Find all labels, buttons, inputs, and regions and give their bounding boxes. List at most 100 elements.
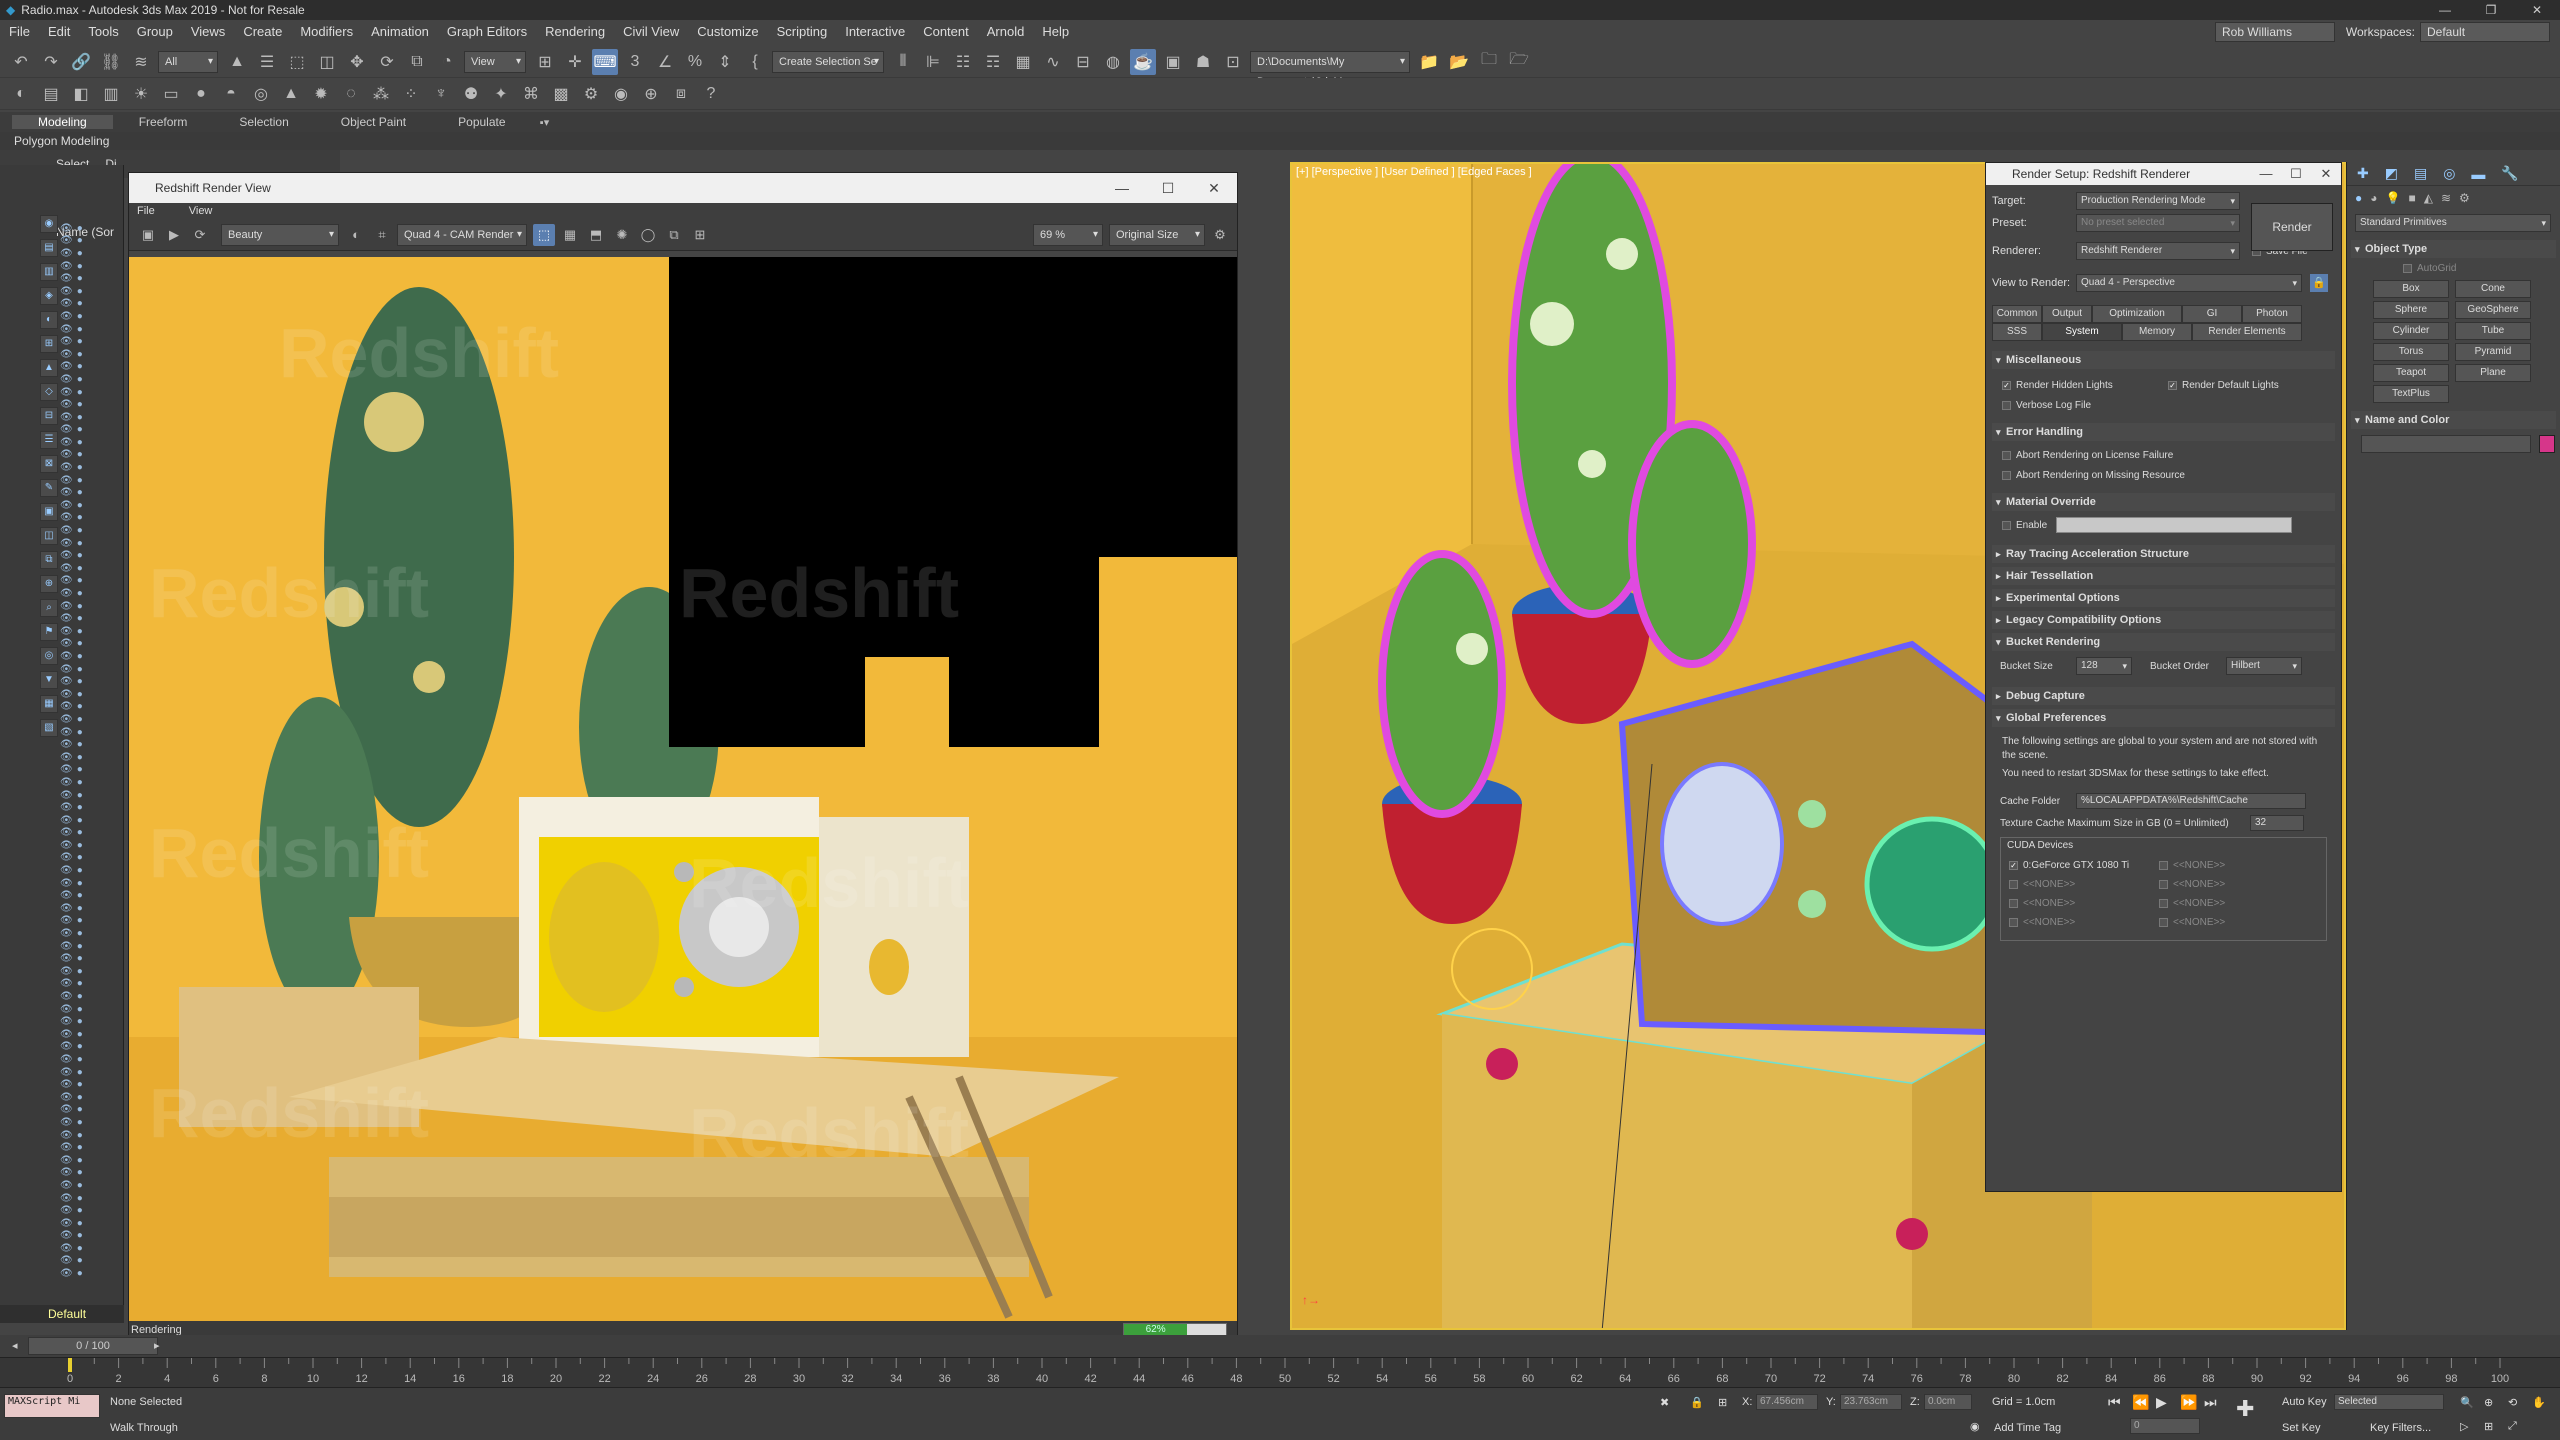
render-toggle-icon[interactable]: ● xyxy=(77,298,83,309)
scene-object-row[interactable]: 👁 ● xyxy=(60,877,124,890)
torus-button[interactable]: Torus xyxy=(2373,343,2449,361)
scene-object-row[interactable]: 👁 ● xyxy=(60,864,124,877)
render-toggle-icon[interactable]: ● xyxy=(77,878,83,889)
filter-icon[interactable]: ◉ xyxy=(40,215,58,233)
visibility-eye-icon[interactable]: 👁 xyxy=(60,298,73,309)
render-toggle-icon[interactable]: ● xyxy=(77,412,83,423)
scene-object-row[interactable]: 👁 ● xyxy=(60,713,124,726)
preset-dropdown[interactable]: No preset selected xyxy=(2076,214,2240,232)
tube-button[interactable]: Tube xyxy=(2455,322,2531,340)
undo-icon[interactable]: ↶ xyxy=(8,49,34,75)
scene-object-row[interactable]: 👁 ● xyxy=(60,386,124,399)
visibility-eye-icon[interactable]: 👁 xyxy=(60,638,73,649)
cuda-device-1-checkbox[interactable] xyxy=(2159,861,2168,870)
render-toggle-icon[interactable]: ● xyxy=(77,953,83,964)
lock-icon[interactable]: 🔒 xyxy=(2310,274,2328,292)
project-new-icon[interactable]: 📂 xyxy=(1446,49,1472,75)
geosphere-button[interactable]: GeoSphere xyxy=(2455,301,2531,319)
render-hidden-lights-checkbox[interactable]: ✓ xyxy=(2002,380,2011,390)
visibility-eye-icon[interactable]: 👁 xyxy=(60,764,73,775)
menu-modifiers[interactable]: Modifiers xyxy=(291,20,362,44)
snaps-toggle-icon[interactable]: 3 xyxy=(622,49,648,75)
visibility-eye-icon[interactable]: 👁 xyxy=(60,941,73,952)
cone-button[interactable]: Cone xyxy=(2455,280,2531,298)
visibility-eye-icon[interactable]: 👁 xyxy=(60,701,73,712)
rv-snapshot-icon[interactable]: ⬒ xyxy=(585,224,607,246)
helpers-icon[interactable]: ◭ xyxy=(2424,191,2433,205)
scale-icon[interactable]: ⧉ xyxy=(404,49,430,75)
rv-settings-icon[interactable]: ✺ xyxy=(611,224,633,246)
scene-object-row[interactable]: 👁 ● xyxy=(60,764,124,777)
visibility-eye-icon[interactable]: 👁 xyxy=(60,424,73,435)
arnold-icon[interactable]: ◐ xyxy=(8,81,34,107)
visibility-eye-icon[interactable]: 👁 xyxy=(60,588,73,599)
plane-primitive-icon[interactable]: ▭ xyxy=(158,81,184,107)
section-experimental[interactable]: Experimental Options xyxy=(1992,589,2335,607)
material-override-enable-checkbox[interactable] xyxy=(2002,520,2011,530)
visibility-eye-icon[interactable]: 👁 xyxy=(60,903,73,914)
keyboard-shortcut-icon[interactable]: ⌨ xyxy=(592,48,618,75)
select-manipulate-icon[interactable]: ✛ xyxy=(562,49,588,75)
teapot-button[interactable]: Teapot xyxy=(2373,364,2449,382)
timeline-current-frame-marker[interactable] xyxy=(68,1358,72,1372)
minimize-icon[interactable]: — xyxy=(2422,0,2468,20)
box-button[interactable]: Box xyxy=(2373,280,2449,298)
scene-object-row[interactable]: 👁 ● xyxy=(60,1267,124,1280)
render-toggle-icon[interactable]: ● xyxy=(77,815,83,826)
scene-object-row[interactable]: 👁 ● xyxy=(60,990,124,1003)
scene-object-row[interactable]: 👁 ● xyxy=(60,600,124,613)
scene-object-row[interactable]: 👁 ● xyxy=(60,688,124,701)
scene-object-row[interactable]: 👁 ● xyxy=(60,675,124,688)
render-toggle-icon[interactable]: ● xyxy=(77,575,83,586)
move-icon[interactable]: ✥ xyxy=(344,49,370,75)
sphere-primitive-icon[interactable]: ● xyxy=(188,81,214,107)
spacewarps-icon[interactable]: ≋ xyxy=(2441,191,2451,205)
scene-object-row[interactable]: 👁 ● xyxy=(60,738,124,751)
render-toggle-icon[interactable]: ● xyxy=(77,638,83,649)
render-toggle-icon[interactable]: ● xyxy=(77,235,83,246)
scene-object-row[interactable]: 👁 ● xyxy=(60,978,124,991)
shape-filter-icon[interactable]: ◈ xyxy=(40,287,58,305)
scene-explorer-icon[interactable]: ☷ xyxy=(950,49,976,75)
time-slider-next-icon[interactable]: ▸ xyxy=(154,1335,160,1357)
abort-license-checkbox[interactable] xyxy=(2002,450,2011,460)
project-open-icon[interactable]: 🗀 xyxy=(1476,49,1502,75)
render-toggle-icon[interactable]: ● xyxy=(77,500,83,511)
cuda-device-5-checkbox[interactable] xyxy=(2159,899,2168,908)
visibility-eye-icon[interactable]: 👁 xyxy=(60,223,73,234)
scene-object-row[interactable]: 👁 ● xyxy=(60,902,124,915)
grid-icon[interactable]: ▦ xyxy=(40,695,58,713)
project-settings-icon[interactable]: 🗁 xyxy=(1506,49,1532,75)
link-icon[interactable]: 🔗 xyxy=(68,49,94,75)
scene-object-row[interactable]: 👁 ● xyxy=(60,1078,124,1091)
lock-selection-icon[interactable]: 🔒 xyxy=(1690,1396,1704,1409)
place-icon[interactable]: ◔ xyxy=(434,49,460,75)
unlink-icon[interactable]: ⛓ xyxy=(98,49,124,75)
render-toggle-icon[interactable]: ● xyxy=(77,701,83,712)
scene-object-row[interactable]: 👁 ● xyxy=(60,927,124,940)
render-toggle-icon[interactable]: ● xyxy=(77,437,83,448)
render-toggle-icon[interactable]: ● xyxy=(77,777,83,788)
add-time-tag[interactable]: Add Time Tag xyxy=(1994,1422,2061,1434)
scene-object-row[interactable]: 👁 ● xyxy=(60,852,124,865)
tab-memory[interactable]: Memory xyxy=(2122,323,2192,341)
cuda-device-7-checkbox[interactable] xyxy=(2159,918,2168,927)
cache-folder-field[interactable]: %LOCALAPPDATA%\Redshift\Cache xyxy=(2076,793,2306,809)
scene-object-row[interactable]: 👁 ● xyxy=(60,1003,124,1016)
ribbon-tab-modeling[interactable]: Modeling xyxy=(12,115,113,129)
scene-object-row[interactable]: 👁 ● xyxy=(60,537,124,550)
menu-file[interactable]: File xyxy=(0,20,39,44)
visibility-eye-icon[interactable]: 👁 xyxy=(60,487,73,498)
render-toggle-icon[interactable]: ● xyxy=(77,324,83,335)
section-miscellaneous[interactable]: Miscellaneous xyxy=(1992,351,2335,369)
visibility-eye-icon[interactable]: 👁 xyxy=(60,815,73,826)
display-none-icon[interactable]: ◫ xyxy=(40,527,58,545)
render-toggle-icon[interactable]: ● xyxy=(77,1218,83,1229)
zoom-icon[interactable]: 🔍 xyxy=(2460,1396,2474,1409)
scene-object-row[interactable]: 👁 ● xyxy=(60,827,124,840)
render-toggle-icon[interactable]: ● xyxy=(77,1029,83,1040)
render-toggle-icon[interactable]: ● xyxy=(77,462,83,473)
texture-icon[interactable]: ▩ xyxy=(548,81,574,107)
display-all-icon[interactable]: ▣ xyxy=(40,503,58,521)
selection-filter-dropdown[interactable]: All xyxy=(158,50,218,73)
